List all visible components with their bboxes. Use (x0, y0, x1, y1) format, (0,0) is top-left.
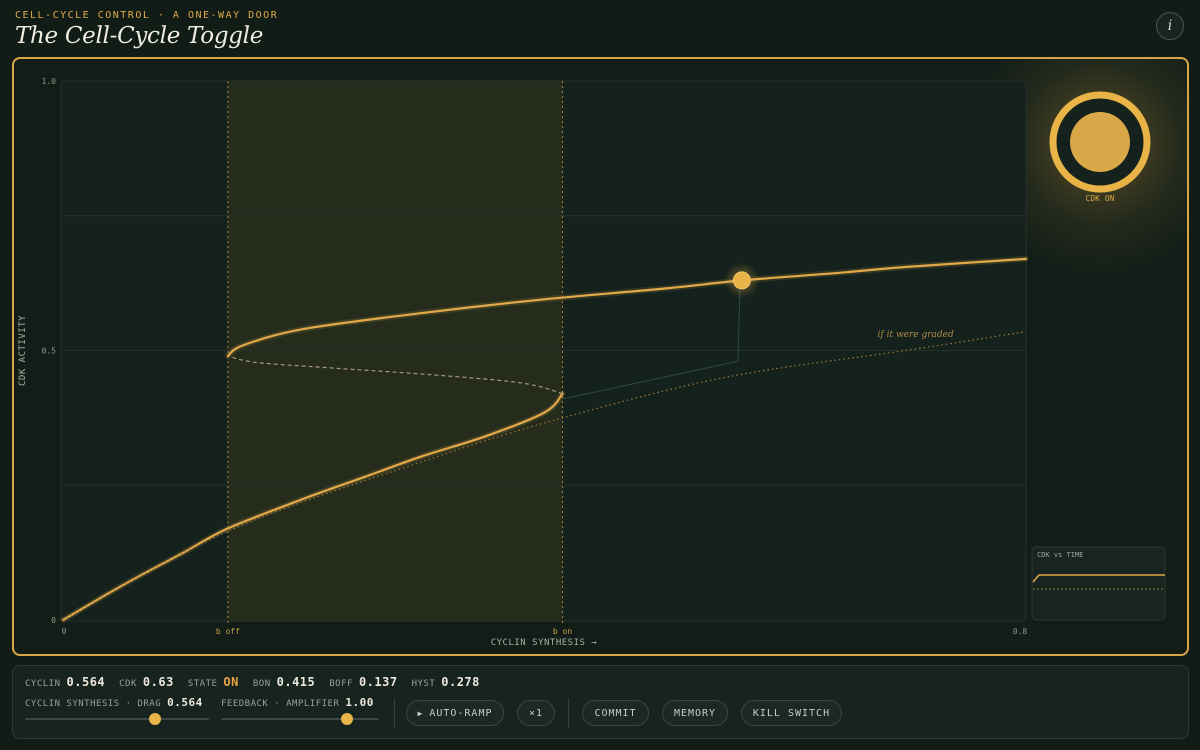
feedback-slider-track[interactable] (221, 713, 379, 725)
y-tick-label: 0.5 (42, 347, 57, 356)
feedback-slider-label: FEEDBACK · AMPLIFIER (221, 699, 340, 709)
bifurcation-chart[interactable]: 0b off b on 0.81.00.50 CYCLIN SYNTHESIS → … (14, 59, 1187, 654)
cyclin-label: CYCLIN (25, 679, 61, 689)
boff-label: BOFF (329, 679, 353, 689)
cdk-label: CDK (119, 679, 137, 689)
mini-chart-title: CDK vs TIME (1037, 551, 1083, 559)
hyst-value: 0.278 (441, 675, 480, 689)
control-bar: CYCLIN 0.564 CDK 0.63 STATE ON BON 0.415… (12, 665, 1189, 739)
indicator-core (1070, 112, 1130, 172)
kill-switch-button[interactable]: KILL SWITCH (741, 700, 842, 726)
synthesis-slider-label: CYCLIN SYNTHESIS · DRAG (25, 699, 162, 709)
feedback-slider-block: FEEDBACK · AMPLIFIER 1.00 (221, 696, 379, 725)
speed-button[interactable]: ×1 (517, 700, 555, 726)
readouts: CYCLIN 0.564 CDK 0.63 STATE ON BON 0.415… (25, 675, 488, 689)
cyclin-value: 0.564 (66, 675, 106, 689)
synthesis-slider-value: 0.564 (167, 696, 203, 709)
indicator-label: CDK ON (1086, 194, 1115, 203)
boff-value: 0.137 (358, 675, 398, 689)
play-icon: ▶ (417, 708, 424, 718)
x-axis-label: CYCLIN SYNTHESIS → (491, 638, 598, 648)
current-point (732, 271, 751, 290)
y-axis-label: CDK ACTIVITY (18, 315, 28, 386)
bifurcation-panel: 0b off b on 0.8 1.0 0.5 0 CYCLIN SYNTHESIS → … (12, 57, 1189, 656)
divider (568, 698, 569, 728)
x-tick-label: 0.8 (1013, 627, 1028, 636)
x-tick-label: 0 (62, 627, 67, 636)
feedback-slider-label-row: FEEDBACK · AMPLIFIER 1.00 (221, 696, 379, 709)
header: CELL-CYCLE CONTROL · A ONE-WAY DOOR The … (15, 10, 278, 49)
x-tick-label: b on (553, 627, 572, 636)
commit-button[interactable]: COMMIT (582, 700, 649, 726)
feedback-slider-thumb[interactable] (341, 713, 354, 725)
info-icon[interactable]: i (1156, 12, 1184, 40)
auto-ramp-label: AUTO-RAMP (429, 707, 493, 719)
x-tick-label: b off (216, 627, 240, 636)
cdk-value: 0.63 (142, 675, 174, 689)
page-title: The Cell-Cycle Toggle (15, 23, 264, 49)
auto-ramp-button[interactable]: ▶ AUTO-RAMP (406, 700, 504, 726)
bon-value: 0.415 (276, 675, 316, 689)
synthesis-slider-track[interactable] (25, 713, 209, 725)
cdk-time-chart: CDK vs TIME (1031, 546, 1166, 621)
y-tick-label: 1.0 (42, 77, 57, 86)
bon-label: BON (252, 679, 271, 689)
memory-button[interactable]: MEMORY (662, 700, 728, 726)
eyebrow: CELL-CYCLE CONTROL · A ONE-WAY DOOR (15, 10, 279, 21)
divider (394, 698, 395, 728)
synthesis-slider-block: CYCLIN SYNTHESIS · DRAG 0.564 (25, 696, 209, 725)
synthesis-slider-label-row: CYCLIN SYNTHESIS · DRAG 0.564 (25, 696, 209, 709)
state-label: STATE (187, 679, 218, 689)
state-value: ON (223, 675, 239, 689)
feedback-slider-value: 1.00 (345, 696, 374, 709)
synthesis-slider-thumb[interactable] (148, 713, 161, 725)
y-tick-label: 0 (51, 616, 56, 625)
hyst-label: HYST (411, 679, 436, 689)
graded-annotation: if it were graded (878, 330, 954, 340)
